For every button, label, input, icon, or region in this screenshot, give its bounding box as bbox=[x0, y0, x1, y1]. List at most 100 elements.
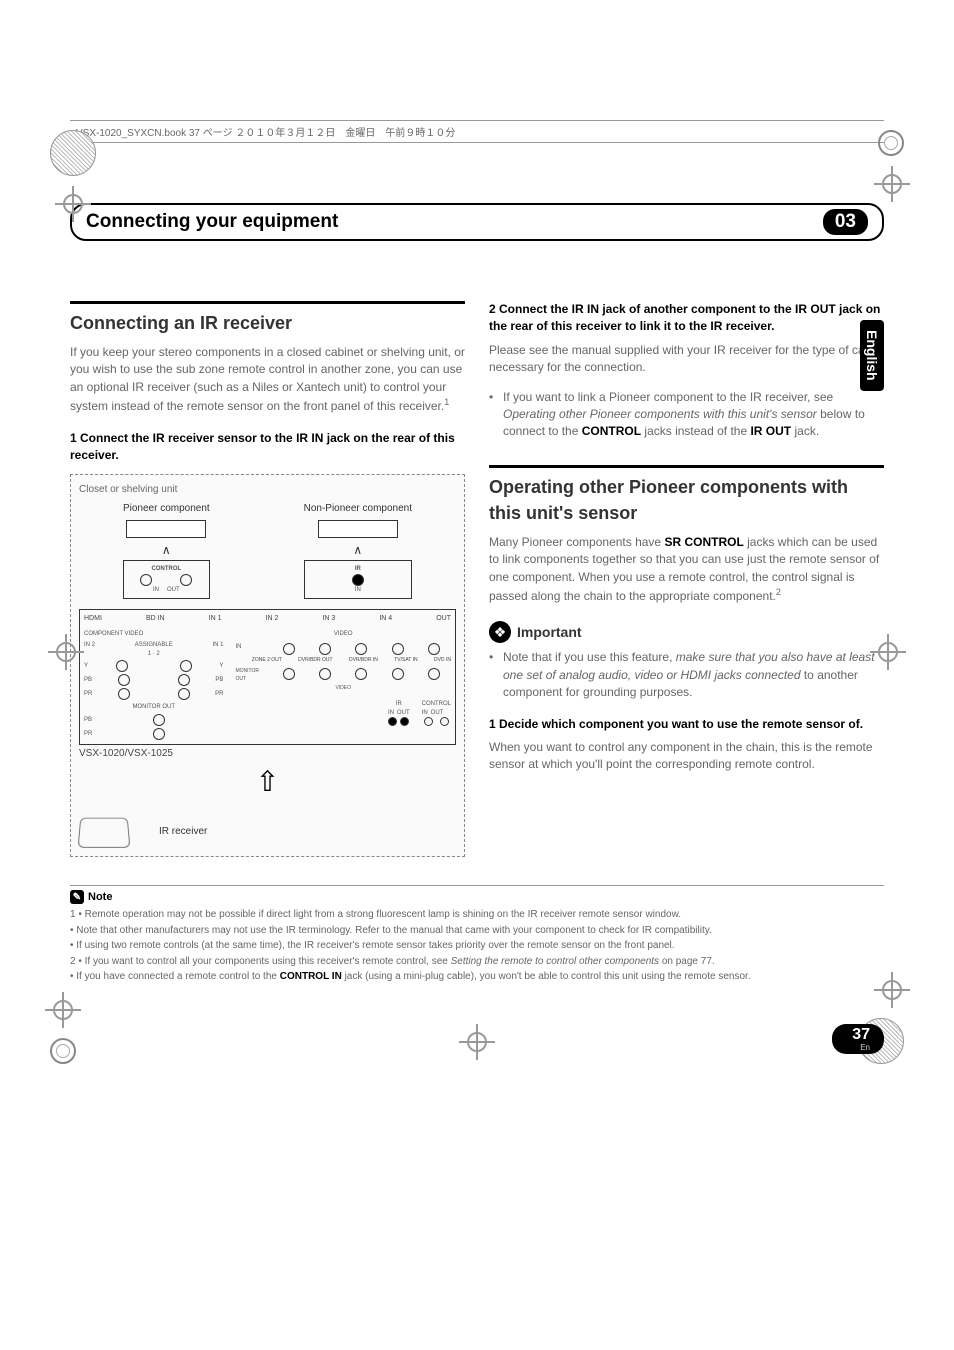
in3-label: IN 3 bbox=[322, 614, 335, 624]
component-video-label: COMPONENT VIDEO bbox=[84, 630, 223, 639]
page-lang: En bbox=[860, 1043, 870, 1052]
note-icon: ✎ bbox=[70, 890, 84, 904]
pr-label: PR bbox=[84, 690, 92, 699]
step-2-title: 2 Connect the IR IN jack of another comp… bbox=[489, 301, 884, 336]
text-italic: Setting the remote to control other comp… bbox=[451, 956, 659, 967]
note-label: Note bbox=[88, 891, 112, 903]
out-label: OUT bbox=[167, 586, 180, 595]
jack-icon bbox=[153, 728, 165, 740]
page-number: 37 bbox=[852, 1026, 870, 1043]
note-1: 1 • Remote operation may not be possible… bbox=[70, 908, 884, 922]
in2-label: IN 2 bbox=[266, 614, 279, 624]
assignable-label: ASSIGNABLE bbox=[135, 641, 173, 650]
jack-icon bbox=[283, 668, 295, 680]
pioneer-label: Pioneer component bbox=[123, 502, 210, 517]
text-bold: CONTROL bbox=[582, 424, 641, 438]
jack-icon bbox=[428, 643, 440, 655]
important-icon: ❖ bbox=[489, 621, 511, 643]
pr-label: PR bbox=[84, 730, 92, 739]
note-2: 2 • If you want to control all your comp… bbox=[70, 955, 884, 969]
text-bold: IR OUT bbox=[750, 424, 791, 438]
text-frag: jack. bbox=[791, 424, 819, 438]
diagram-caption-closet: Closet or shelving unit bbox=[79, 483, 456, 498]
jack-icon bbox=[388, 717, 397, 726]
dvrbdr-out-label: DVR/BDR OUT bbox=[298, 657, 332, 664]
text-italic: Operating other Pioneer components with … bbox=[503, 407, 817, 421]
jack-icon bbox=[283, 643, 295, 655]
text-frag: jacks instead of the bbox=[641, 424, 750, 438]
note-1b: • Note that other manufacturers may not … bbox=[70, 924, 884, 938]
jack-icon bbox=[116, 660, 128, 672]
text-bold: SR CONTROL bbox=[664, 535, 743, 549]
hdmi-label: HDMI bbox=[84, 614, 102, 624]
crop-mark-bottom-left bbox=[50, 998, 76, 1064]
tvsat-in-label: TV/SAT IN bbox=[394, 657, 417, 664]
nonpioneer-label: Non-Pioneer component bbox=[304, 502, 412, 517]
connection-diagram: Closet or shelving unit Pioneer componen… bbox=[70, 474, 465, 857]
control-panel-pioneer: CONTROL IN OUT bbox=[123, 560, 210, 599]
crosshair-icon bbox=[876, 640, 900, 664]
in-label: IN bbox=[309, 586, 407, 595]
text-frag: jack (using a mini-plug cable), you won'… bbox=[342, 971, 751, 982]
in-label: IN bbox=[422, 709, 428, 718]
registration-ring bbox=[50, 1038, 76, 1064]
video-label: VIDEO bbox=[235, 630, 451, 639]
in-label: IN bbox=[153, 586, 159, 595]
page-number-badge: 37 En bbox=[832, 1024, 884, 1054]
jack-icon bbox=[400, 717, 409, 726]
pb-label: PB bbox=[84, 676, 92, 685]
intro-paragraph: If you keep your stereo components in a … bbox=[70, 344, 465, 416]
jack-icon bbox=[392, 643, 404, 655]
note-1c: • If using two remote controls (at the s… bbox=[70, 939, 884, 953]
pb-label: PB bbox=[84, 716, 92, 725]
note-2c: • If you have connected a remote control… bbox=[70, 970, 884, 984]
text-frag: on page 77. bbox=[659, 956, 715, 967]
in4-label: IN 4 bbox=[379, 614, 392, 624]
intro-text: If you keep your stereo components in a … bbox=[70, 345, 465, 413]
device-icon bbox=[318, 520, 398, 538]
intro-paragraph-2: Many Pioneer components have SR CONTROL … bbox=[489, 534, 884, 606]
two-column-layout: Connecting an IR receiver If you keep yo… bbox=[70, 301, 884, 867]
monitor-out-label: MONITOR OUT bbox=[235, 668, 269, 683]
pb-label: PB bbox=[215, 676, 223, 685]
text-frag: Note that if you use this feature, bbox=[503, 650, 676, 664]
important-label: Important bbox=[517, 622, 582, 642]
jack-icon bbox=[355, 643, 367, 655]
note-heading: ✎ Note bbox=[70, 890, 884, 904]
ir-panel-nonpioneer: IR IN bbox=[304, 560, 412, 599]
jack-icon bbox=[178, 674, 190, 686]
text-frag: If you want to link a Pioneer component … bbox=[503, 390, 833, 404]
bullet-important: • Note that if you use this feature, mak… bbox=[489, 649, 884, 701]
ir-receiver-icon bbox=[78, 818, 131, 848]
text-frag: Many Pioneer components have bbox=[489, 535, 664, 549]
in-label: IN bbox=[388, 709, 394, 718]
section-heading-sr-control: Operating other Pioneer components with … bbox=[489, 465, 884, 526]
step-1b-body: When you want to control any component i… bbox=[489, 739, 884, 774]
jack-icon bbox=[440, 717, 449, 726]
language-tab: English bbox=[860, 320, 884, 391]
crosshair-icon bbox=[465, 1030, 489, 1054]
pioneer-component-block: Pioneer component ∧ CONTROL IN OUT bbox=[123, 502, 210, 599]
video-label: VIDEO bbox=[235, 685, 451, 692]
crosshair-icon bbox=[880, 978, 904, 1002]
monitor-out-label: MONITOR OUT bbox=[84, 703, 223, 712]
jack-icon bbox=[392, 668, 404, 680]
in2-label: IN 2 bbox=[84, 641, 95, 650]
ir-label: IR bbox=[309, 565, 407, 574]
jack-icon bbox=[355, 668, 367, 680]
step-2-body: Please see the manual supplied with your… bbox=[489, 342, 884, 377]
chapter-title: Connecting your equipment bbox=[86, 211, 338, 233]
footnote-ref-1: 1 bbox=[444, 397, 449, 407]
registration-ring bbox=[878, 130, 904, 156]
section-heading-ir-receiver: Connecting an IR receiver bbox=[70, 301, 465, 336]
control-group: CONTROL IN OUT bbox=[422, 700, 451, 726]
crosshair-icon bbox=[54, 640, 78, 664]
control-label: CONTROL bbox=[128, 565, 205, 574]
left-column: Connecting an IR receiver If you keep yo… bbox=[70, 301, 465, 867]
crop-mark-top-right bbox=[878, 130, 904, 196]
bullet-text: If you want to link a Pioneer component … bbox=[503, 389, 884, 441]
ir-receiver-label: IR receiver bbox=[159, 825, 207, 840]
ir-group: IR IN OUT bbox=[388, 700, 410, 726]
out-label: OUT bbox=[397, 709, 410, 718]
page: VSX-1020_SYXCN.book 37 ページ ２０１０年３月１２日 金曜… bbox=[0, 0, 954, 1104]
